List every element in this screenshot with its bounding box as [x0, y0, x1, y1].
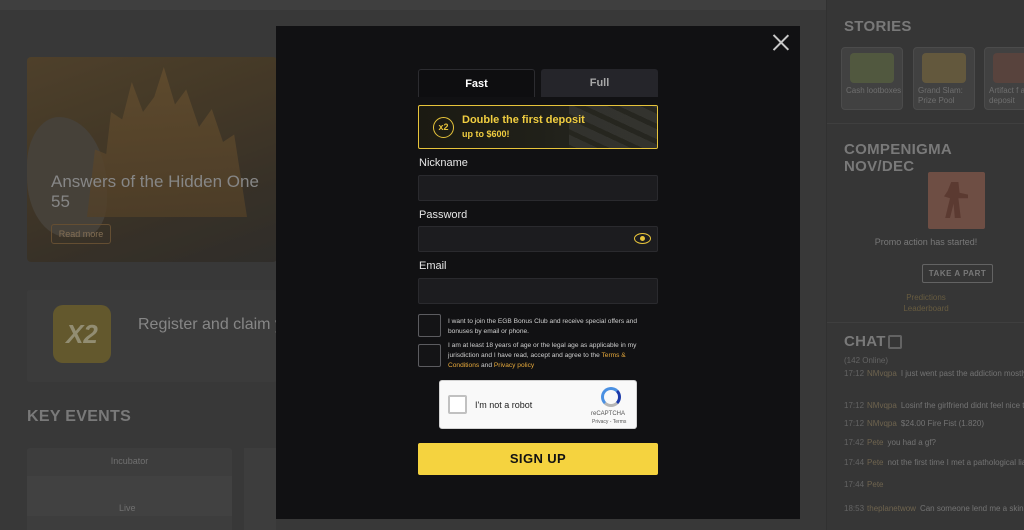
recaptcha-logo-icon — [601, 387, 621, 407]
recaptcha-checkbox[interactable] — [448, 395, 467, 414]
x2-icon: x2 — [433, 117, 454, 138]
password-label: Password — [419, 209, 468, 221]
age-consent-checkbox[interactable] — [418, 344, 441, 367]
bonus-subtitle: up to $600! — [462, 129, 510, 139]
email-input[interactable] — [418, 278, 658, 304]
bonus-title: Double the first deposit — [462, 114, 585, 126]
nickname-label: Nickname — [419, 157, 468, 169]
recaptcha-label: I'm not a robot — [475, 400, 533, 410]
age-consent-and: and — [481, 362, 493, 369]
tab-fast[interactable]: Fast — [418, 69, 535, 97]
recaptcha-links[interactable]: Privacy - Terms — [592, 419, 626, 425]
age-consent-text: I am at least 18 years of age or the leg… — [448, 341, 653, 371]
password-input[interactable] — [418, 226, 658, 252]
deposit-bonus-banner: x2 Double the first deposit up to $600! — [418, 105, 658, 149]
recaptcha-brand: reCAPTCHA — [591, 411, 626, 417]
recaptcha-widget: I'm not a robot reCAPTCHA Privacy - Term… — [439, 380, 637, 429]
tab-full[interactable]: Full — [541, 69, 658, 97]
money-bills-art — [569, 106, 657, 148]
close-icon[interactable] — [772, 34, 789, 51]
show-password-eye-icon[interactable] — [634, 233, 651, 244]
email-label: Email — [419, 260, 447, 272]
bonus-club-text: I want to join the EGB Bonus Club and re… — [448, 318, 638, 335]
privacy-policy-link[interactable]: Privacy policy — [494, 362, 534, 369]
nickname-input[interactable] — [418, 175, 658, 201]
sign-up-button[interactable]: SIGN UP — [418, 443, 658, 475]
bonus-club-checkbox[interactable] — [418, 314, 441, 337]
